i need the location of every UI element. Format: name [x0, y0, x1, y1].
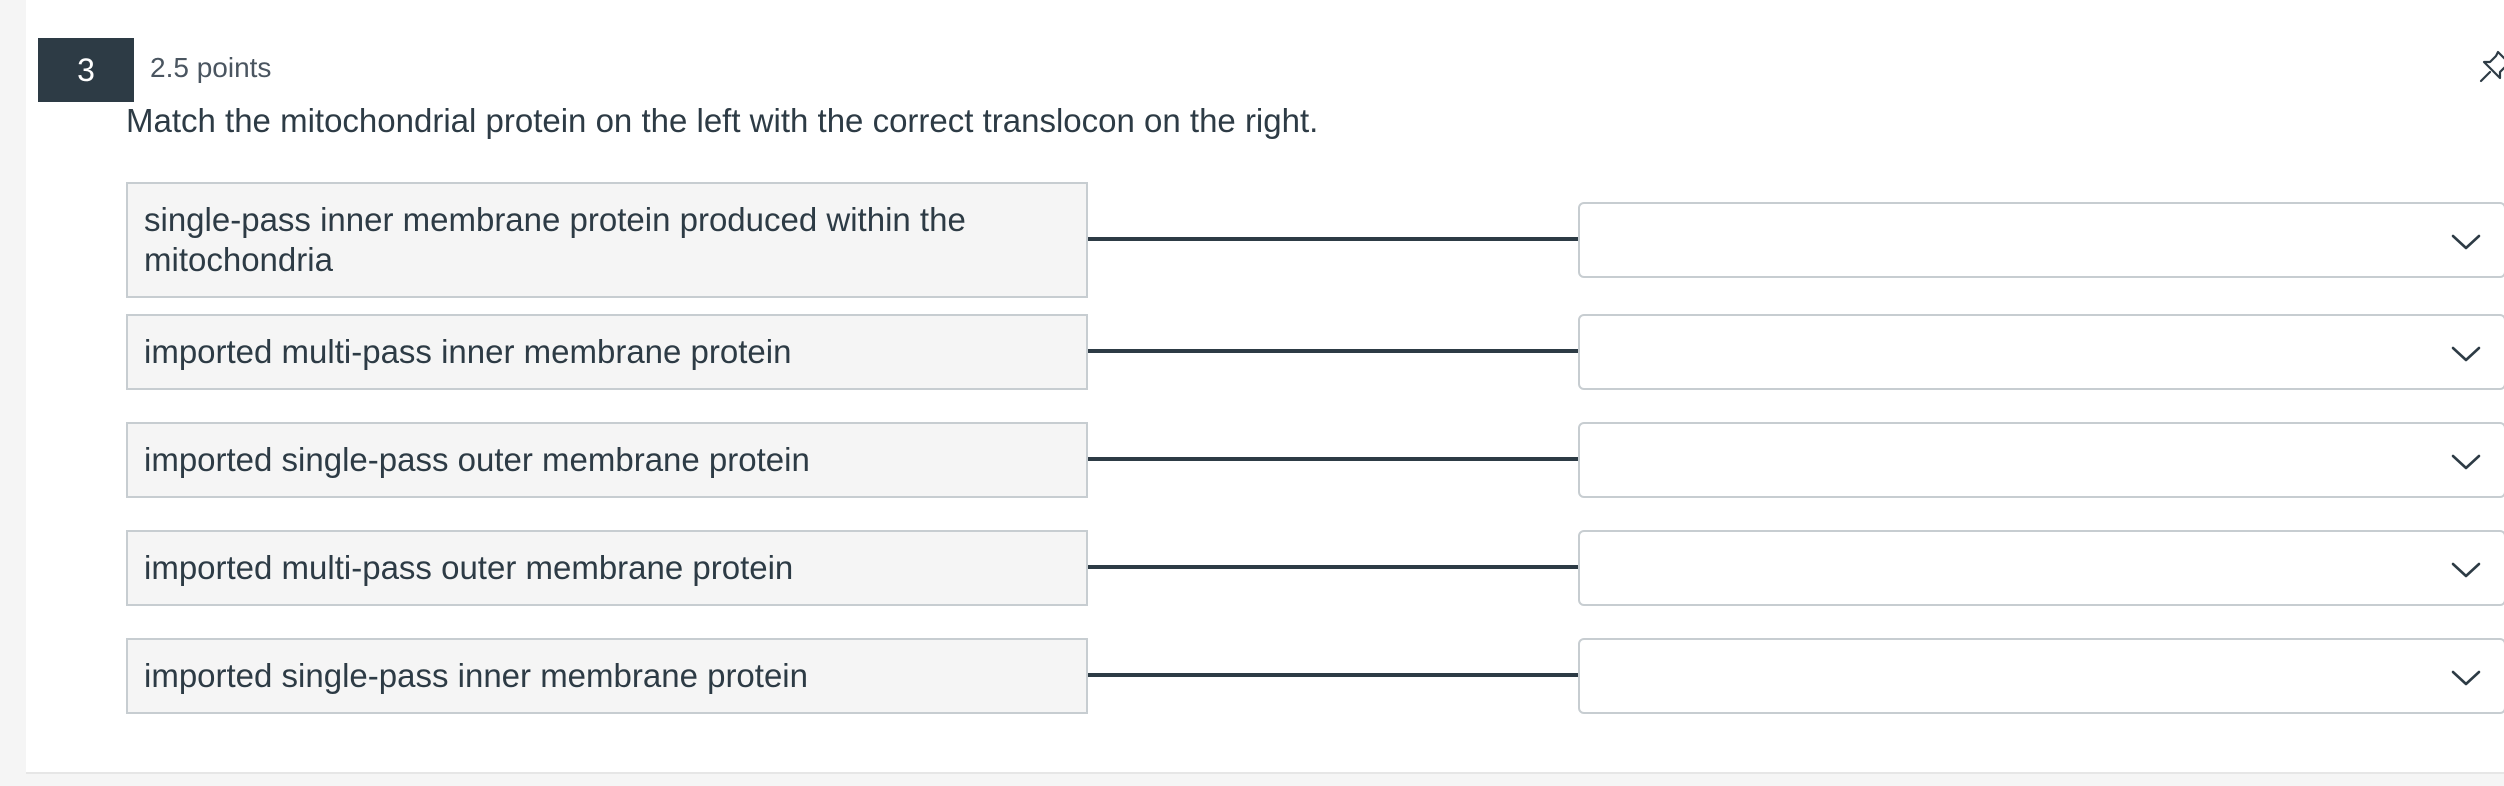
match-answer-select[interactable]	[1578, 422, 2504, 498]
chevron-down-icon	[2451, 234, 2481, 250]
question-number-badge: 3	[38, 38, 134, 102]
match-prompt: imported multi-pass inner membrane prote…	[126, 314, 1088, 390]
match-prompt: imported single-pass inner membrane prot…	[126, 638, 1088, 714]
match-prompt: single-pass inner membrane protein produ…	[126, 182, 1088, 298]
match-answer-select[interactable]	[1578, 530, 2504, 606]
match-connector-line	[1088, 349, 1578, 353]
match-prompt-label: single-pass inner membrane protein produ…	[144, 201, 966, 278]
match-prompt: imported multi-pass outer membrane prote…	[126, 530, 1088, 606]
match-answer-select[interactable]	[1578, 202, 2504, 278]
question-points: 2.5 points	[150, 52, 272, 83]
match-prompt-label: imported multi-pass outer membrane prote…	[144, 549, 794, 586]
match-connector-line	[1088, 237, 1578, 241]
question-text: Match the mitochondrial protein on the l…	[126, 102, 1319, 139]
chevron-down-icon	[2451, 562, 2481, 578]
match-answer-select[interactable]	[1578, 314, 2504, 390]
match-connector-line	[1088, 457, 1578, 461]
question-card: 3 2.5 points Match the mitochondrial pro…	[26, 0, 2504, 774]
chevron-down-icon	[2451, 670, 2481, 686]
match-connector-line	[1088, 673, 1578, 677]
match-prompt-label: imported single-pass outer membrane prot…	[144, 441, 810, 478]
chevron-down-icon	[2451, 454, 2481, 470]
pin-icon[interactable]	[2478, 48, 2504, 84]
match-answer-select[interactable]	[1578, 638, 2504, 714]
match-prompt-label: imported multi-pass inner membrane prote…	[144, 333, 792, 370]
chevron-down-icon	[2451, 346, 2481, 362]
match-prompt-label: imported single-pass inner membrane prot…	[144, 657, 808, 694]
match-connector-line	[1088, 565, 1578, 569]
match-prompt: imported single-pass outer membrane prot…	[126, 422, 1088, 498]
